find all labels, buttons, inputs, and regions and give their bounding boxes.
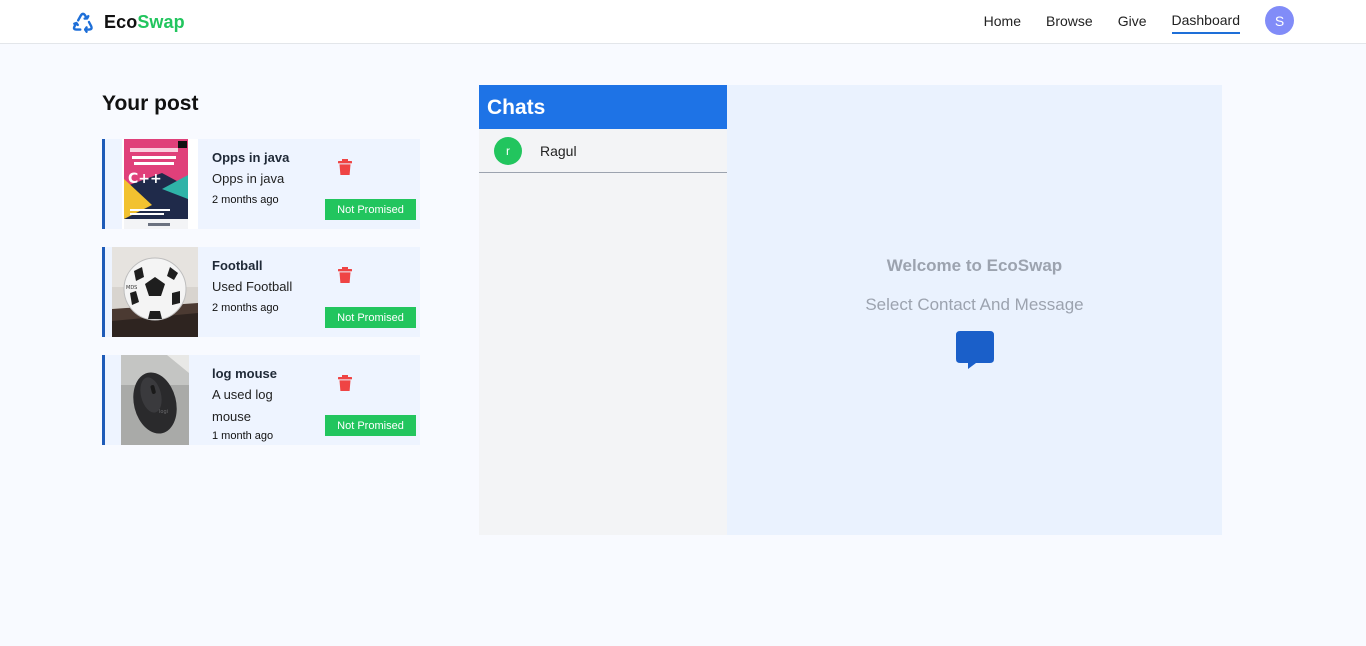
recycle-icon — [72, 12, 93, 33]
status-button[interactable]: Not Promised — [325, 415, 416, 436]
nav-dashboard[interactable]: Dashboard — [1171, 7, 1240, 34]
chat-contact-item[interactable]: r Ragul — [479, 129, 727, 173]
chat-panel: Chats r Ragul — [479, 85, 727, 535]
welcome-subtitle: Select Contact And Message — [865, 295, 1084, 314]
message-area: Welcome to EcoSwap Select Contact And Me… — [727, 85, 1222, 535]
post-name: Opps in java — [212, 150, 290, 165]
post-description: Used Football — [212, 279, 293, 294]
nav-home[interactable]: Home — [984, 7, 1021, 34]
chats-title: Chats — [479, 85, 727, 129]
svg-text:logi: logi — [159, 409, 168, 415]
contact-name: Ragul — [540, 142, 577, 159]
nav-give[interactable]: Give — [1118, 7, 1147, 34]
trash-icon[interactable] — [338, 159, 352, 175]
welcome-title: Welcome to EcoSwap — [886, 256, 1063, 275]
trash-icon[interactable] — [338, 267, 352, 283]
main-nav: Home Browse Give Dashboard S — [959, 6, 1294, 35]
brand-name-part1: Eco — [104, 11, 138, 32]
post-card[interactable]: MDS Football Used Football 2 months ago … — [102, 247, 420, 337]
contact-avatar: r — [494, 136, 522, 165]
posts-title: Your post — [102, 92, 199, 115]
post-image-mouse: logi — [121, 355, 189, 445]
nav-browse[interactable]: Browse — [1046, 7, 1093, 34]
post-time: 2 months ago — [212, 194, 279, 206]
svg-text:C++: C++ — [128, 171, 162, 187]
brand-name-part2: Swap — [137, 11, 185, 32]
post-image-book: C++ — [122, 139, 198, 229]
post-card[interactable]: C++ Opps in java Opps in java 2 months a… — [102, 139, 420, 229]
post-description: A used log mouse — [212, 387, 273, 424]
user-avatar[interactable]: S — [1265, 6, 1294, 35]
brand-name: EcoSwap — [104, 12, 185, 33]
status-button[interactable]: Not Promised — [325, 307, 416, 328]
post-name: Football — [212, 258, 263, 273]
post-name: log mouse — [212, 366, 278, 381]
message-icon — [956, 331, 994, 369]
post-description: Opps in java — [212, 171, 285, 186]
trash-icon[interactable] — [338, 375, 352, 391]
top-navbar: EcoSwap Home Browse Give Dashboard S — [0, 0, 1366, 44]
post-image-football: MDS — [112, 247, 198, 337]
post-info: Opps in java Opps in java 2 months ago — [212, 148, 316, 208]
post-time: 1 month ago — [212, 430, 274, 442]
post-info: log mouse A used log mouse 1 month ago — [212, 364, 316, 444]
brand[interactable]: EcoSwap — [70, 9, 185, 35]
post-info: Football Used Football 2 months ago — [212, 256, 316, 316]
post-card[interactable]: logi log mouse A used log mouse 1 month … — [102, 355, 420, 445]
post-time: 2 months ago — [212, 302, 279, 314]
status-button[interactable]: Not Promised — [325, 199, 416, 220]
svg-text:MDS: MDS — [126, 285, 137, 291]
